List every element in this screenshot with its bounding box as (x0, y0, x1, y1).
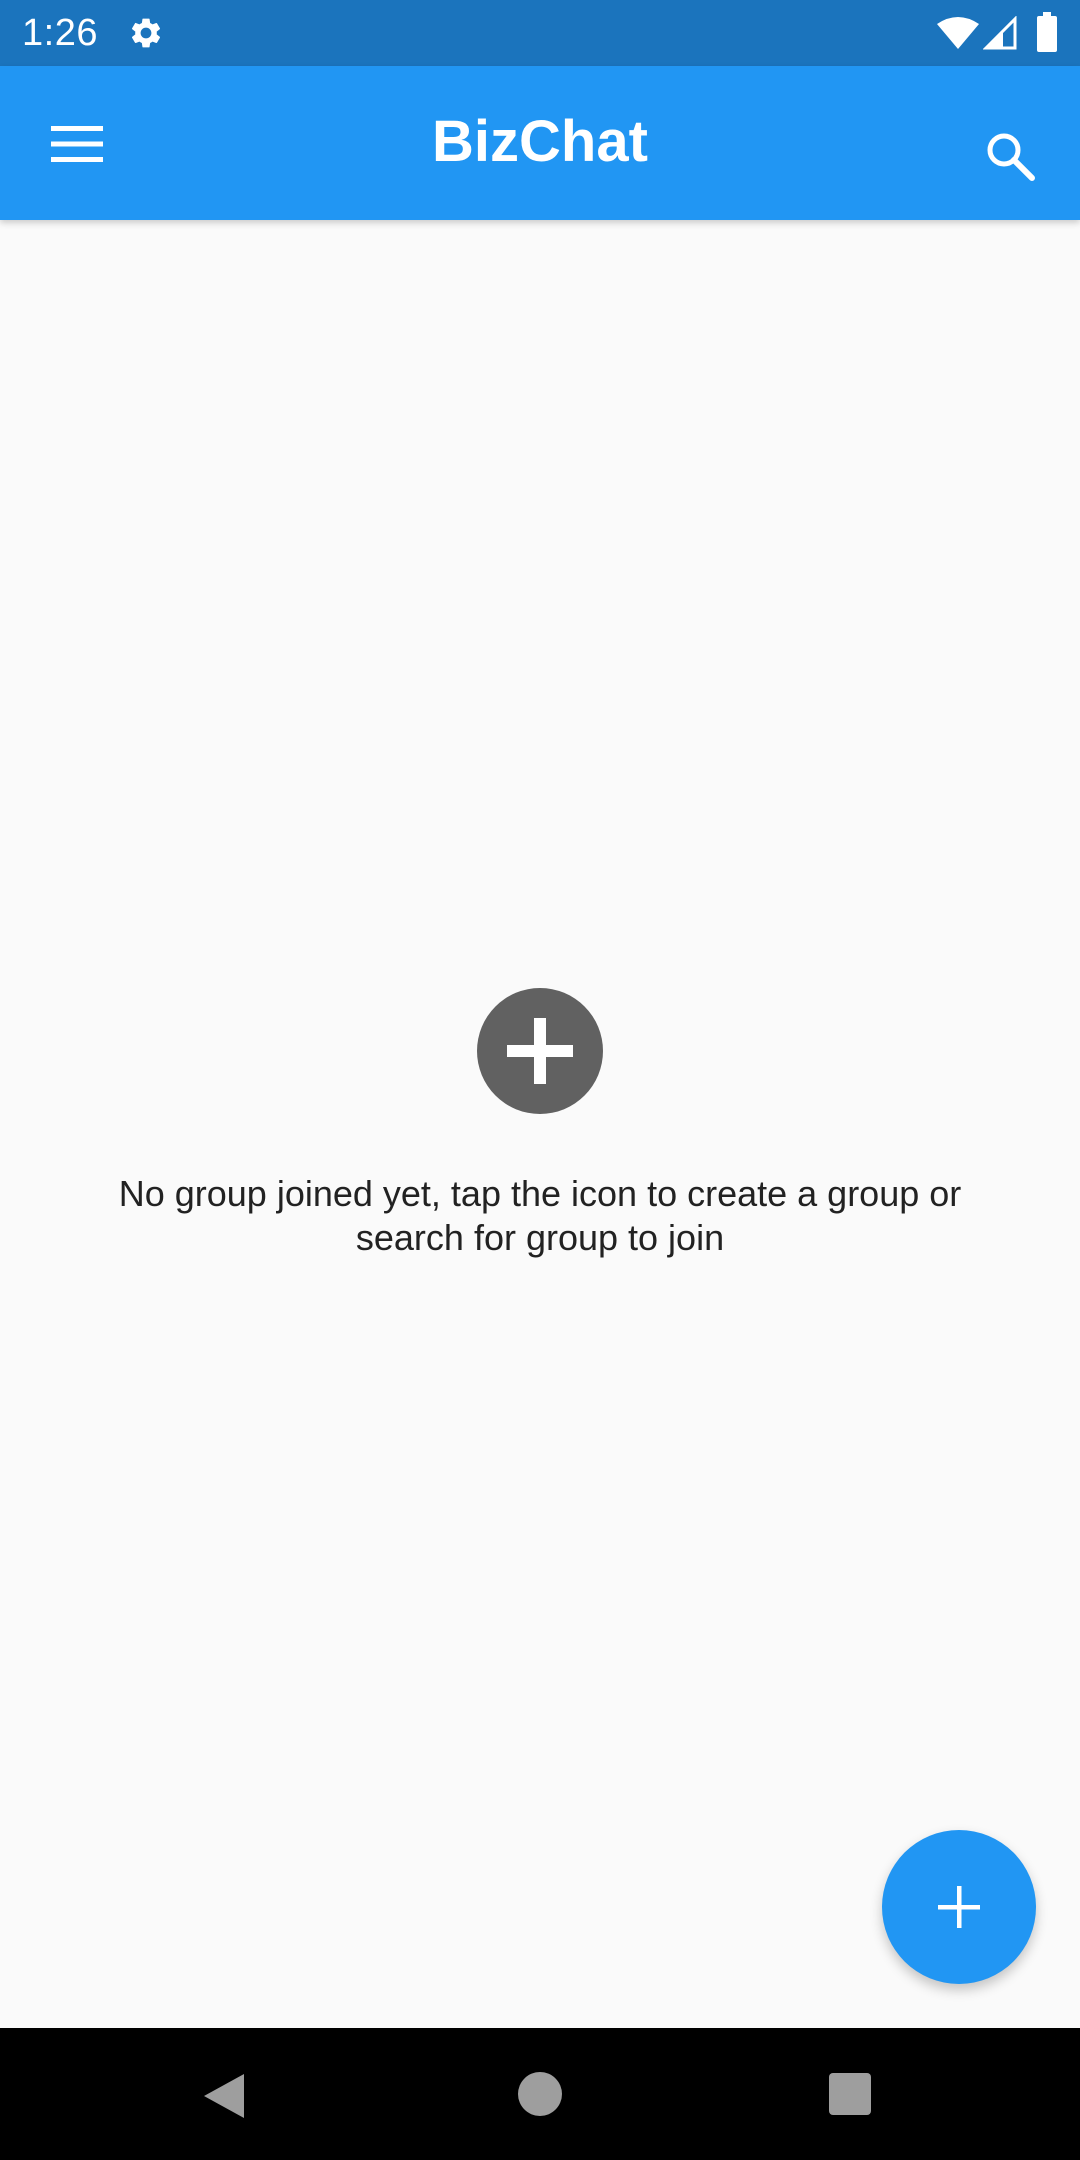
navigation-bar (0, 2028, 1080, 2160)
battery-icon (1037, 12, 1057, 52)
status-bar: 1:26 (0, 0, 1080, 66)
empty-state-message: No group joined yet, tap the icon to cre… (118, 1173, 962, 1258)
app-title: BizChat (432, 109, 648, 174)
status-time: 1:26 (22, 12, 98, 54)
back-icon[interactable] (202, 2072, 246, 2120)
signal-icon (983, 16, 1017, 50)
home-icon[interactable] (518, 2072, 562, 2116)
wifi-icon (937, 17, 979, 49)
gear-icon (131, 18, 161, 48)
app-bar: BizChat (0, 66, 1080, 220)
empty-state: No group joined yet, tap the icon to cre… (0, 988, 1080, 1260)
search-icon (987, 133, 1035, 181)
plus-icon (938, 1886, 980, 1928)
hamburger-menu-icon (51, 126, 103, 162)
add-circle-icon[interactable] (477, 988, 603, 1114)
search-button[interactable] (968, 114, 1052, 198)
create-group-fab[interactable] (882, 1830, 1036, 1984)
menu-button[interactable] (30, 102, 124, 186)
recents-icon[interactable] (829, 2073, 871, 2115)
